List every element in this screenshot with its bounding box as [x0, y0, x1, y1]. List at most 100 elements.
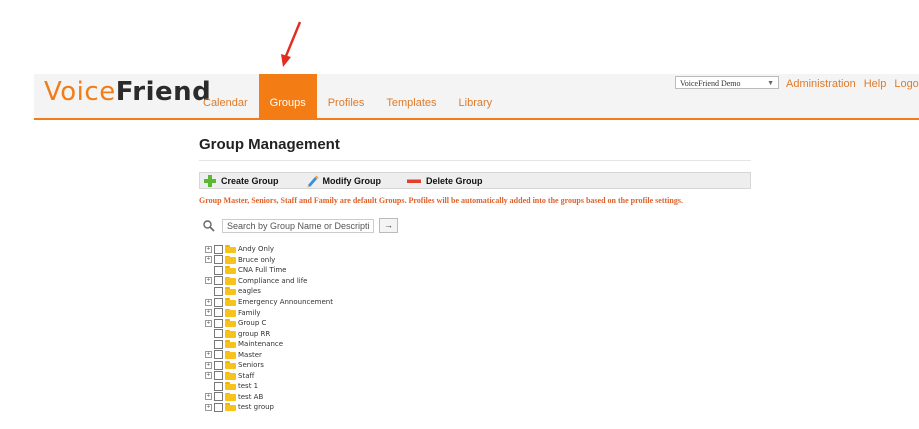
search-icon [203, 219, 215, 232]
folder-icon [225, 382, 236, 391]
group-tree: + Andy Only + Bruce only CNA Full Time + Compl… [205, 244, 333, 413]
group-checkbox[interactable] [214, 308, 223, 318]
expand-icon[interactable]: + [205, 393, 212, 401]
expand-icon[interactable]: + [205, 403, 212, 411]
tree-row: CNA Full Time [205, 265, 333, 276]
group-name[interactable]: Group C [238, 319, 266, 327]
tab-templates[interactable]: Templates [375, 74, 447, 118]
group-name[interactable]: Andy Only [238, 245, 274, 253]
tree-row: test 1 [205, 381, 333, 392]
chevron-down-icon: ▼ [767, 79, 774, 87]
administration-link[interactable]: Administration [786, 78, 856, 90]
tree-row: + Master [205, 349, 333, 360]
group-checkbox[interactable] [214, 339, 223, 349]
expand-icon[interactable]: + [205, 298, 212, 306]
help-link[interactable]: Help [864, 78, 887, 90]
folder-icon [225, 287, 236, 296]
top-links: Administration Help Logout [786, 78, 919, 90]
tree-row: + test group [205, 402, 333, 413]
expand-icon[interactable]: + [205, 351, 212, 359]
tab-calendar[interactable]: Calendar [192, 74, 259, 118]
group-name[interactable]: test 1 [238, 382, 258, 390]
tab-groups[interactable]: Groups [258, 74, 317, 118]
expand-icon[interactable]: + [205, 277, 212, 285]
group-checkbox[interactable] [214, 255, 223, 265]
search-go-button[interactable]: → [379, 218, 398, 233]
group-search-input[interactable] [222, 218, 374, 233]
tree-row: + Seniors [205, 360, 333, 371]
group-name[interactable]: eagles [238, 287, 261, 295]
group-name[interactable]: test group [238, 403, 274, 411]
folder-icon [225, 392, 236, 401]
expand-icon[interactable]: + [205, 245, 212, 253]
pencil-icon [306, 175, 319, 187]
expand-icon[interactable]: + [205, 361, 212, 369]
tab-library[interactable]: Library [448, 74, 504, 118]
folder-icon [225, 403, 236, 412]
folder-icon [225, 329, 236, 338]
group-name[interactable]: Master [238, 351, 262, 359]
logo-voice: Voice [44, 77, 116, 107]
folder-icon [225, 350, 236, 359]
tree-row: + Bruce only [205, 255, 333, 266]
page-title: Group Management [199, 136, 340, 153]
group-checkbox[interactable] [214, 297, 223, 307]
tab-profiles[interactable]: Profiles [317, 74, 376, 118]
folder-icon [225, 276, 236, 285]
tree-row: + test AB [205, 392, 333, 403]
account-select[interactable]: VoiceFriend Demo ▼ [675, 76, 779, 89]
tree-row: + Group C [205, 318, 333, 329]
annotation-arrow [281, 21, 302, 67]
title-divider [199, 160, 751, 161]
folder-icon [225, 361, 236, 370]
create-group-button[interactable]: Create Group [203, 174, 279, 188]
group-name[interactable]: Seniors [238, 361, 264, 369]
folder-icon [225, 340, 236, 349]
folder-icon [225, 255, 236, 264]
group-name[interactable]: Bruce only [238, 256, 275, 264]
group-name[interactable]: test AB [238, 393, 263, 401]
group-checkbox[interactable] [214, 350, 223, 360]
group-checkbox[interactable] [214, 286, 223, 296]
group-name[interactable]: Maintenance [238, 340, 283, 348]
expand-icon[interactable]: + [205, 309, 212, 317]
group-checkbox[interactable] [214, 329, 223, 339]
group-name[interactable]: Compliance and life [238, 277, 307, 285]
app-header: VoiceFriend Calendar Groups Profiles Tem… [34, 74, 919, 120]
tree-row: + Emergency Announcement [205, 297, 333, 308]
app-logo[interactable]: VoiceFriend [44, 77, 211, 107]
group-name[interactable]: Staff [238, 372, 254, 380]
create-group-label: Create Group [221, 175, 279, 186]
group-name[interactable]: group RR [238, 330, 270, 338]
group-checkbox[interactable] [214, 276, 223, 286]
folder-icon [225, 308, 236, 317]
group-name[interactable]: Emergency Announcement [238, 298, 333, 306]
group-checkbox[interactable] [214, 371, 223, 381]
tree-row: + Family [205, 307, 333, 318]
folder-icon [225, 298, 236, 306]
group-checkbox[interactable] [214, 244, 223, 254]
group-checkbox[interactable] [214, 402, 223, 412]
expand-icon[interactable]: + [205, 256, 212, 264]
modify-group-button[interactable]: Modify Group [305, 174, 381, 188]
delete-group-button[interactable]: Delete Group [406, 174, 483, 188]
group-checkbox[interactable] [214, 381, 223, 391]
logout-link[interactable]: Logout [894, 78, 919, 90]
delete-group-label: Delete Group [426, 175, 483, 186]
group-checkbox[interactable] [214, 318, 223, 328]
expand-icon[interactable]: + [205, 372, 212, 380]
group-name[interactable]: Family [238, 309, 261, 317]
group-name[interactable]: CNA Full Time [238, 266, 286, 274]
group-checkbox[interactable] [214, 265, 223, 275]
group-checkbox[interactable] [214, 392, 223, 402]
folder-icon [225, 371, 236, 380]
folder-icon [225, 245, 236, 254]
group-checkbox[interactable] [214, 360, 223, 370]
expand-icon[interactable]: + [205, 319, 212, 327]
tree-row: Maintenance [205, 339, 333, 350]
